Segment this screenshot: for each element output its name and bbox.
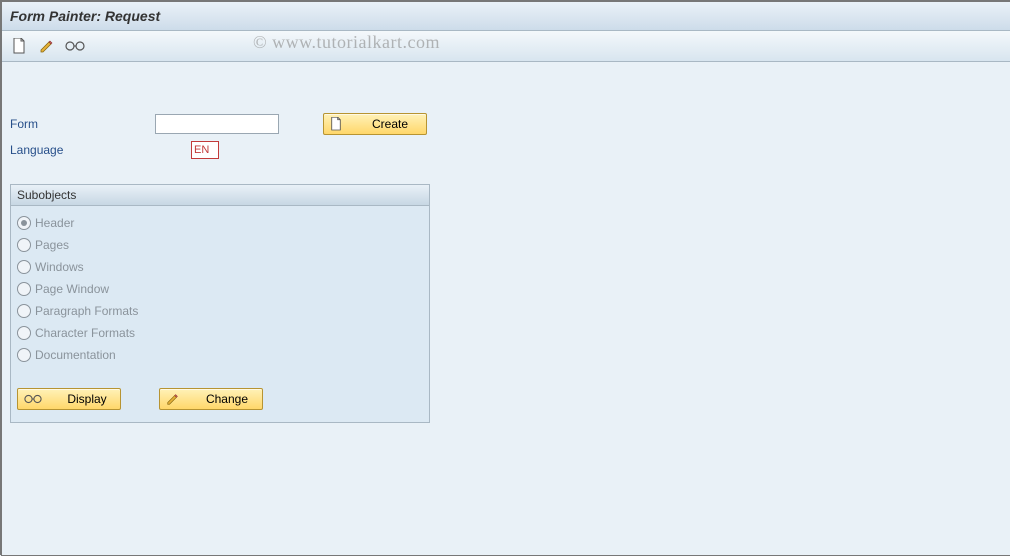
radio-icon bbox=[17, 216, 31, 230]
glasses-icon bbox=[24, 393, 42, 405]
radio-icon bbox=[17, 326, 31, 340]
language-input[interactable] bbox=[191, 141, 219, 159]
change-button[interactable]: Change bbox=[159, 388, 263, 410]
subobject-radio-character-formats[interactable]: Character Formats bbox=[17, 322, 423, 344]
toolbar-create-button[interactable] bbox=[8, 35, 30, 57]
toolbar-display-button[interactable] bbox=[64, 35, 86, 57]
subobjects-actions: Display Change bbox=[11, 376, 429, 422]
radio-label: Documentation bbox=[35, 348, 116, 362]
subobject-radio-page-window[interactable]: Page Window bbox=[17, 278, 423, 300]
subobject-radio-header[interactable]: Header bbox=[17, 212, 423, 234]
radio-label: Paragraph Formats bbox=[35, 304, 138, 318]
form-row: Form Create bbox=[10, 112, 1002, 136]
display-button[interactable]: Display bbox=[17, 388, 121, 410]
title-bar: Form Painter: Request bbox=[2, 2, 1010, 31]
subobject-radio-windows[interactable]: Windows bbox=[17, 256, 423, 278]
form-label: Form bbox=[10, 117, 155, 131]
change-button-label: Change bbox=[198, 392, 256, 406]
form-input[interactable] bbox=[155, 114, 279, 134]
main-content: Form Create Language Subobjects Header P… bbox=[2, 62, 1010, 431]
app-toolbar bbox=[2, 31, 1010, 62]
create-button[interactable]: Create bbox=[323, 113, 427, 135]
radio-icon bbox=[17, 348, 31, 362]
subobject-radio-pages[interactable]: Pages bbox=[17, 234, 423, 256]
radio-icon bbox=[17, 238, 31, 252]
glasses-icon bbox=[65, 40, 85, 52]
subobjects-title: Subobjects bbox=[11, 185, 429, 206]
radio-icon bbox=[17, 282, 31, 296]
language-label: Language bbox=[10, 143, 155, 157]
subobject-radio-paragraph-formats[interactable]: Paragraph Formats bbox=[17, 300, 423, 322]
pencil-icon bbox=[39, 38, 55, 54]
create-button-label: Create bbox=[360, 117, 420, 131]
display-button-label: Display bbox=[60, 392, 114, 406]
radio-label: Header bbox=[35, 216, 74, 230]
language-row: Language bbox=[10, 138, 1002, 162]
radio-label: Character Formats bbox=[35, 326, 135, 340]
subobjects-group: Subobjects Header Pages Windows Page Win… bbox=[10, 184, 430, 423]
page-new-icon bbox=[12, 38, 26, 54]
radio-label: Page Window bbox=[35, 282, 109, 296]
pencil-icon bbox=[166, 392, 180, 406]
toolbar-change-button[interactable] bbox=[36, 35, 58, 57]
page-new-icon bbox=[330, 117, 342, 131]
radio-icon bbox=[17, 304, 31, 318]
radio-label: Pages bbox=[35, 238, 69, 252]
radio-label: Windows bbox=[35, 260, 84, 274]
subobjects-body: Header Pages Windows Page Window Paragra… bbox=[11, 206, 429, 376]
radio-icon bbox=[17, 260, 31, 274]
subobject-radio-documentation[interactable]: Documentation bbox=[17, 344, 423, 366]
page-title: Form Painter: Request bbox=[10, 8, 160, 24]
